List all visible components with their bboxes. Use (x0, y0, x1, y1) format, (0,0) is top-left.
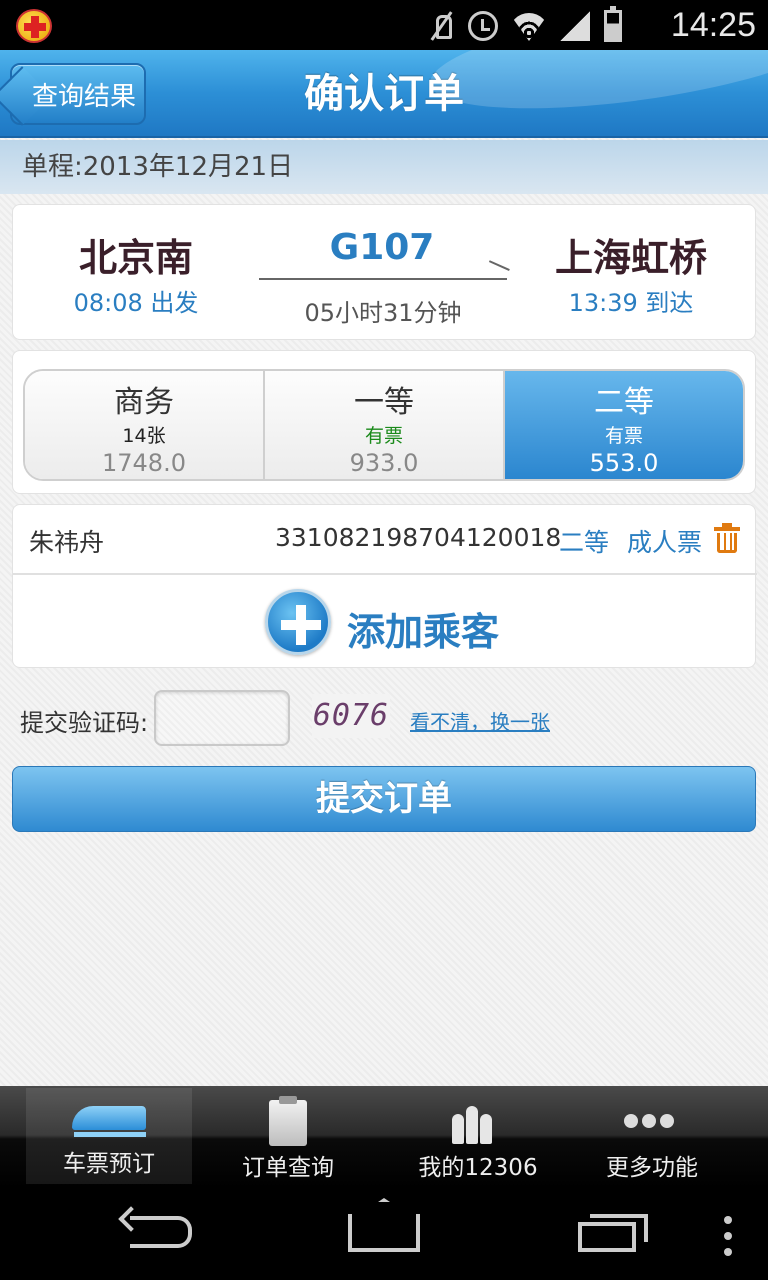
seat-availability: 14张 (122, 425, 166, 447)
back-arrow-icon[interactable] (130, 1216, 192, 1248)
clipboard-icon (269, 1096, 307, 1146)
seat-price: 933.0 (349, 449, 419, 477)
tab-order-query[interactable]: 订单查询 (202, 1086, 374, 1188)
tab-label: 订单查询 (242, 1155, 334, 1181)
people-icon (452, 1100, 492, 1146)
trash-icon[interactable] (714, 523, 740, 553)
captcha-refresh-link[interactable]: 看不清，换一张 (410, 706, 550, 735)
seat-option-second-class[interactable]: 二等 有票 553.0 (505, 371, 743, 479)
captcha-image[interactable]: 6076 (312, 694, 390, 738)
seat-option-first-class[interactable]: 一等 有票 933.0 (265, 371, 505, 479)
seat-price: 1748.0 (102, 449, 186, 477)
home-icon[interactable] (348, 1214, 420, 1252)
seat-class-selector: 商务 14张 1748.0 一等 有票 933.0 二等 有票 553.0 (23, 369, 745, 481)
seat-class-card: 商务 14张 1748.0 一等 有票 933.0 二等 有票 553.0 (12, 350, 756, 494)
passenger-row[interactable]: 朱祎舟 331082198704120018 二等 成人票 (13, 505, 757, 575)
tab-label: 车票预订 (63, 1151, 155, 1177)
plus-circle-icon (265, 589, 331, 655)
departure-station: 北京南 (78, 236, 193, 280)
wifi-icon (512, 11, 546, 41)
seat-name: 商务 (114, 385, 174, 420)
app-header: 确认订单 查询结果 (0, 50, 768, 138)
passenger-name: 朱祎舟 (29, 528, 105, 557)
seat-price: 553.0 (589, 449, 659, 477)
seat-option-business[interactable]: 商务 14张 1748.0 (25, 371, 265, 479)
add-passenger-label: 添加乘客 (347, 610, 500, 654)
status-time: 14:25 (670, 6, 756, 44)
passenger-card: 朱祎舟 331082198704120018 二等 成人票 添加乘客 (12, 504, 757, 669)
status-icons (428, 6, 622, 44)
battery-icon (604, 6, 622, 42)
train-info-card: 北京南 08:08 出发 G107 05小时31分钟 上海虹桥 13:39 到达 (12, 204, 756, 340)
route-arrow-icon (259, 278, 507, 280)
captcha-input[interactable] (154, 690, 290, 746)
system-nav-bar (0, 1188, 768, 1280)
seat-availability: 有票 (604, 425, 643, 447)
more-icon (624, 1114, 674, 1130)
seat-name: 一等 (354, 385, 414, 420)
submit-order-button[interactable]: 提交订单 (12, 766, 756, 832)
recent-apps-icon[interactable] (578, 1214, 648, 1252)
trip-date: 单程:2013年12月21日 (0, 140, 768, 194)
passenger-ticket-type[interactable]: 成人票 (627, 523, 702, 559)
passenger-id-number: 331082198704120018 (275, 523, 562, 552)
seat-name: 二等 (594, 385, 654, 420)
bottom-tab-bar: 车票预订 订单查询 我的12306 更多功能 (0, 1086, 768, 1188)
back-button-label: 查询结果 (31, 81, 136, 112)
tab-label: 我的12306 (418, 1155, 538, 1181)
seat-availability: 有票 (364, 425, 403, 447)
signal-icon (560, 11, 590, 41)
back-button[interactable]: 查询结果 (10, 63, 146, 125)
arrival-time: 13:39 到达 (568, 289, 694, 317)
tab-my-12306[interactable]: 我的12306 (392, 1086, 564, 1188)
captcha-label: 提交验证码: (20, 709, 149, 737)
tab-ticket-booking[interactable]: 车票预订 (26, 1088, 192, 1184)
trip-duration: 05小时31分钟 (304, 299, 462, 327)
tab-label: 更多功能 (606, 1155, 698, 1181)
passenger-seat-class[interactable]: 二等 (559, 523, 609, 559)
status-bar: 14:25 (0, 0, 768, 50)
tab-more[interactable]: 更多功能 (566, 1086, 738, 1188)
train-icon (72, 1106, 146, 1138)
overflow-menu-icon[interactable] (724, 1216, 732, 1256)
alarm-icon (468, 11, 498, 41)
train-number: G107 (329, 227, 435, 268)
mute-icon (428, 11, 454, 41)
app-badge-icon (16, 9, 52, 43)
add-passenger-button[interactable]: 添加乘客 (13, 577, 757, 669)
departure-time: 08:08 出发 (73, 289, 199, 317)
arrival-station: 上海虹桥 (554, 236, 707, 280)
